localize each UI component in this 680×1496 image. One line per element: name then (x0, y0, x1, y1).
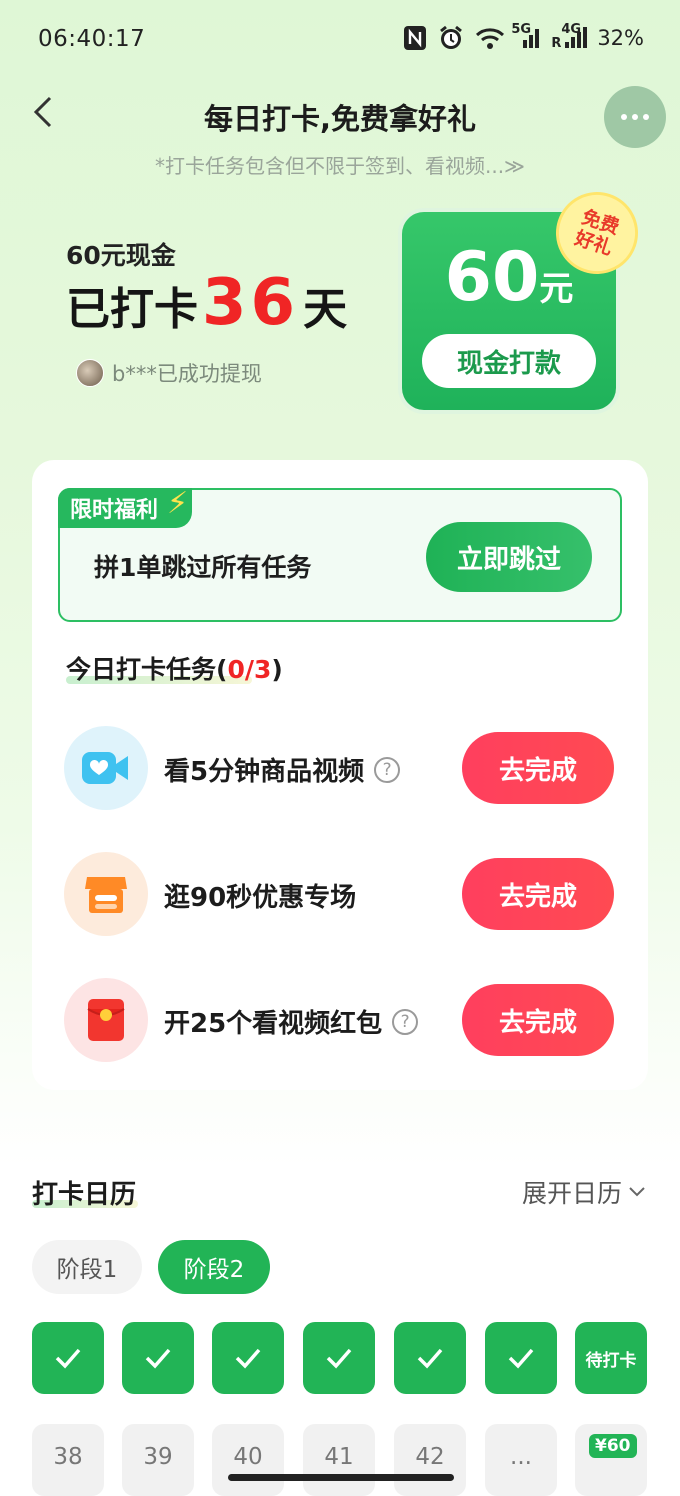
stage-2-tab[interactable]: 阶段2 (158, 1240, 270, 1294)
day-checked (122, 1322, 194, 1394)
day-cell: 42 (394, 1424, 466, 1496)
checkin-prefix: 已打卡 (66, 284, 198, 335)
nfc-icon (403, 24, 427, 52)
task-complete-button[interactable]: 去完成 (462, 984, 614, 1056)
status-icons: 5G 4G R 32% (403, 22, 644, 52)
battery-level: 32% (597, 26, 644, 50)
tasks-heading-text: 今日打卡任务( (66, 655, 228, 684)
check-icon (55, 1348, 81, 1369)
task-complete-button[interactable]: 去完成 (462, 732, 614, 804)
reward-amount-unit: 元 (539, 269, 574, 309)
more-dots-icon (621, 114, 649, 120)
avatar (76, 359, 104, 387)
skip-now-button[interactable]: 立即跳过 (426, 522, 592, 592)
task-label-text: 逛90秒优惠专场 (164, 883, 357, 913)
check-icon (417, 1348, 443, 1369)
checkin-count: 已打卡 36 天 (66, 266, 347, 340)
expand-calendar-button[interactable]: 展开日历 (522, 1174, 646, 1210)
tasks-heading-close: ) (271, 655, 283, 684)
alarm-icon (437, 24, 465, 52)
chevron-down-icon (629, 1187, 645, 1197)
promo-tag-label: 限时福利 (70, 498, 159, 523)
withdraw-ticker-text: b***已成功提现 (112, 362, 262, 386)
day-checked (32, 1322, 104, 1394)
expand-calendar-label: 展开日历 (522, 1179, 623, 1208)
check-icon (235, 1348, 261, 1369)
check-icon (326, 1348, 352, 1369)
page-title: 每日打卡,免费拿好礼 (203, 102, 477, 136)
status-time: 06:40:17 (38, 26, 146, 52)
lightning-icon: ⚡ (166, 486, 189, 521)
check-icon (145, 1348, 171, 1369)
checkin-days: 36 (202, 266, 300, 340)
rules-link[interactable]: *打卡任务包含但不限于签到、看视频...≫ (0, 150, 680, 179)
task-label: 开25个看视频红包 ? (164, 1003, 419, 1040)
day-checked (485, 1322, 557, 1394)
signal-5g-icon: 5G (511, 22, 543, 52)
help-icon[interactable]: ? (374, 756, 401, 783)
shop-icon (64, 852, 148, 936)
day-checked (303, 1322, 375, 1394)
help-icon[interactable]: ? (392, 1008, 419, 1035)
promo-text: 拼1单跳过所有任务 (94, 553, 312, 582)
wifi-icon (475, 24, 505, 52)
calendar-title: 打卡日历 (32, 1180, 137, 1210)
prize-badge: ¥60 (589, 1434, 637, 1458)
cash-payout-button[interactable]: 现金打款 (422, 334, 596, 388)
reward-amount-value: 60 (444, 238, 540, 317)
task-complete-button[interactable]: 去完成 (462, 858, 614, 930)
day-cell: 39 (122, 1424, 194, 1496)
more-options-button[interactable] (604, 86, 666, 148)
day-cell: 41 (303, 1424, 375, 1496)
home-indicator[interactable] (228, 1474, 454, 1481)
task-item: 逛90秒优惠专场 去完成 (64, 852, 624, 938)
task-label-text: 看5分钟商品视频 (164, 757, 365, 787)
roaming-label: R (551, 36, 562, 51)
task-item: 看5分钟商品视频 ? 去完成 (64, 726, 624, 812)
task-card: 限时福利 ⚡ 拼1单跳过所有任务 立即跳过 今日打卡任务(0/3) 看5分钟商品… (32, 460, 648, 1090)
day-cell: ... (485, 1424, 557, 1496)
day-pending-checkin[interactable]: 待打卡 (575, 1322, 647, 1394)
checkin-suffix: 天 (303, 284, 348, 335)
day-checked (394, 1322, 466, 1394)
task-label: 看5分钟商品视频 ? (164, 751, 401, 788)
signal-4g-icon: 4G R (551, 22, 588, 52)
day-cell: 38 (32, 1424, 104, 1496)
promo-banner: 限时福利 ⚡ 拼1单跳过所有任务 立即跳过 (58, 486, 622, 622)
stage-1-tab[interactable]: 阶段1 (32, 1240, 142, 1294)
tasks-heading: 今日打卡任务(0/3) (66, 650, 283, 686)
tasks-progress: 0/3 (227, 655, 272, 684)
network-5g-label: 5G (511, 22, 532, 37)
promo-tag: 限时福利 ⚡ (58, 486, 193, 528)
withdraw-ticker: b***已成功提现 (76, 358, 262, 388)
task-label-text: 开25个看视频红包 (164, 1009, 383, 1039)
task-label: 逛90秒优惠专场 (164, 877, 356, 914)
day-cell: 40 (212, 1424, 284, 1496)
check-icon (508, 1348, 534, 1369)
day-checked (212, 1322, 284, 1394)
free-gift-badge-text: 免费好礼 (572, 206, 622, 260)
network-4g-label: 4G (561, 22, 582, 37)
task-item: 开25个看视频红包 ? 去完成 (64, 978, 624, 1064)
video-camera-icon (64, 726, 148, 810)
red-envelope-icon (64, 978, 148, 1062)
day-cell-prize: ¥60 (575, 1424, 647, 1496)
